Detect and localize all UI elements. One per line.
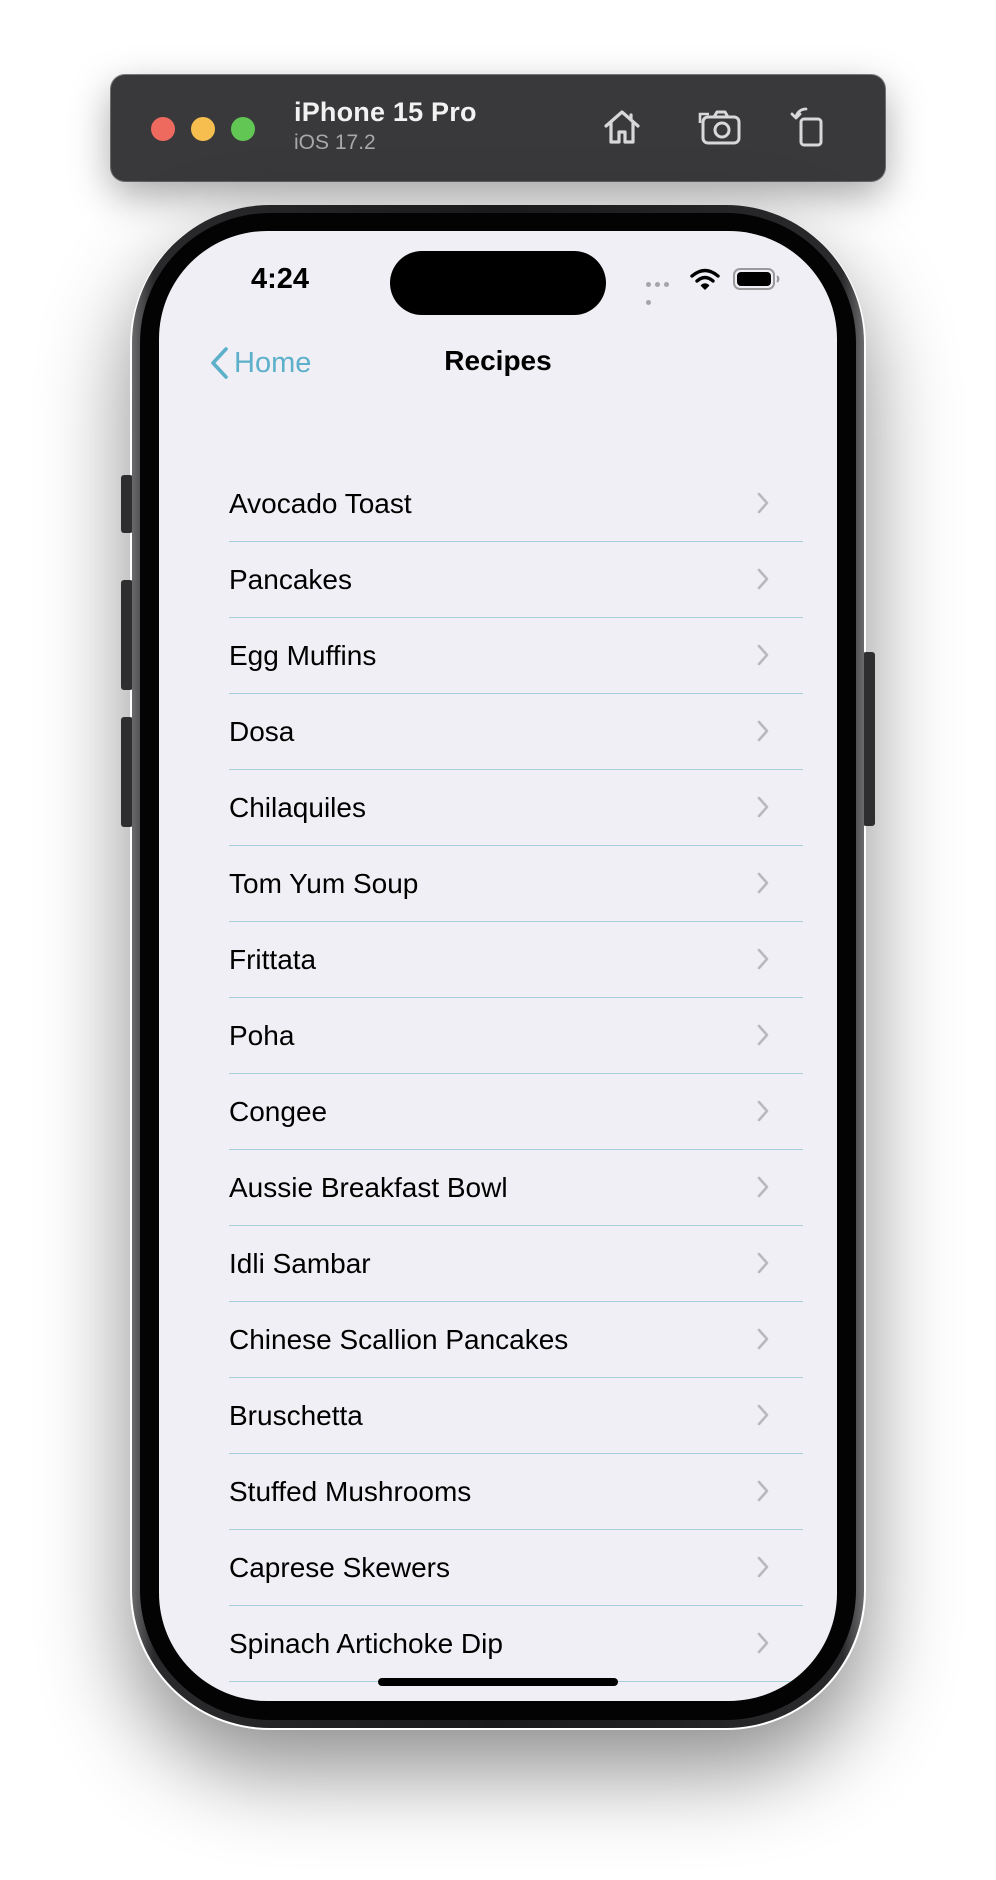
chevron-right-icon <box>757 1404 769 1426</box>
home-icon <box>604 110 640 144</box>
list-item[interactable]: Idli Sambar <box>229 1226 803 1302</box>
list-item[interactable]: Frittata <box>229 922 803 998</box>
rotate-button[interactable] <box>786 103 834 151</box>
wifi-icon <box>690 268 720 290</box>
list-item[interactable]: Chinese Scallion Pancakes <box>229 1302 803 1378</box>
recipe-label: Chinese Scallion Pancakes <box>229 1324 569 1355</box>
recipe-label: Chilaquiles <box>229 792 366 823</box>
cellular-dots-icon <box>646 282 680 305</box>
recipe-label: Caprese Skewers <box>229 1552 450 1583</box>
chevron-right-icon <box>757 948 769 970</box>
home-button[interactable] <box>598 103 646 151</box>
recipe-label: Spinach Artichoke Dip <box>229 1628 503 1659</box>
chevron-right-icon <box>757 1632 769 1654</box>
list-item[interactable]: Chilaquiles <box>229 770 803 846</box>
chevron-right-icon <box>757 1176 769 1198</box>
screenshot-icon <box>698 110 741 145</box>
recipe-label: Idli Sambar <box>229 1248 371 1279</box>
chevron-right-icon <box>757 1480 769 1502</box>
rotate-icon <box>790 107 823 147</box>
list-item[interactable]: Caprese Skewers <box>229 1530 803 1606</box>
list-item[interactable]: Aussie Breakfast Bowl <box>229 1150 803 1226</box>
list-item[interactable]: Avocado Toast <box>229 466 803 542</box>
recipe-label: Pancakes <box>229 564 352 595</box>
recipe-label: Congee <box>229 1096 328 1127</box>
device-name: iPhone 15 Pro <box>294 97 477 127</box>
recipe-label: Tom Yum Soup <box>229 868 419 899</box>
chevron-right-icon <box>757 1556 769 1578</box>
close-window-button[interactable] <box>151 117 175 141</box>
zoom-window-button[interactable] <box>231 117 255 141</box>
simulator-toolbar: iPhone 15 Pro iOS 17.2 <box>111 75 885 181</box>
dynamic-island <box>390 251 606 315</box>
recipe-label: Frittata <box>229 944 317 975</box>
recipe-label: Poha <box>229 1020 295 1051</box>
chevron-right-icon <box>757 568 769 590</box>
list-item[interactable]: Egg Muffins <box>229 618 803 694</box>
recipe-label: Aussie Breakfast Bowl <box>229 1172 508 1203</box>
list-item[interactable]: Tom Yum Soup <box>229 846 803 922</box>
list-item[interactable]: Stuffed Mushrooms <box>229 1454 803 1530</box>
status-time: 4:24 <box>251 263 310 295</box>
chevron-right-icon <box>757 1024 769 1046</box>
power-button <box>863 652 875 826</box>
chevron-right-icon <box>757 1328 769 1350</box>
recipe-label: Egg Muffins <box>229 640 377 671</box>
list-item[interactable]: Poha <box>229 998 803 1074</box>
chevron-right-icon <box>757 720 769 742</box>
home-indicator[interactable] <box>378 1678 618 1686</box>
chevron-right-icon <box>757 1252 769 1274</box>
recipe-label: Bruschetta <box>229 1400 363 1431</box>
chevron-right-icon <box>757 796 769 818</box>
page-title: Recipes <box>444 345 552 376</box>
chevron-right-icon <box>757 492 769 514</box>
chevron-right-icon <box>757 1100 769 1122</box>
minimize-window-button[interactable] <box>191 117 215 141</box>
list-item[interactable]: Congee <box>229 1074 803 1150</box>
recipe-label: Stuffed Mushrooms <box>229 1476 472 1507</box>
phone-screen: 4:24 Home Recipes Avocado Toast Pancakes… <box>159 231 837 1701</box>
screenshot-button[interactable] <box>697 103 745 151</box>
list-item[interactable]: Pancakes <box>229 542 803 618</box>
recipe-label: Dosa <box>229 716 295 747</box>
simulator-window: iPhone 15 Pro iOS 17.2 4:24 Home Recipes… <box>0 0 996 1880</box>
chevron-right-icon <box>757 872 769 894</box>
recipe-list: Avocado Toast Pancakes Egg Muffins Dosa … <box>229 466 803 1682</box>
battery-icon <box>733 268 780 290</box>
list-item[interactable]: Bruschetta <box>229 1378 803 1454</box>
list-item[interactable]: Dosa <box>229 694 803 770</box>
list-item[interactable]: Spinach Artichoke Dip <box>229 1606 803 1682</box>
chevron-right-icon <box>757 644 769 666</box>
device-os-version: iOS 17.2 <box>294 131 376 154</box>
recipe-label: Avocado Toast <box>229 488 412 519</box>
